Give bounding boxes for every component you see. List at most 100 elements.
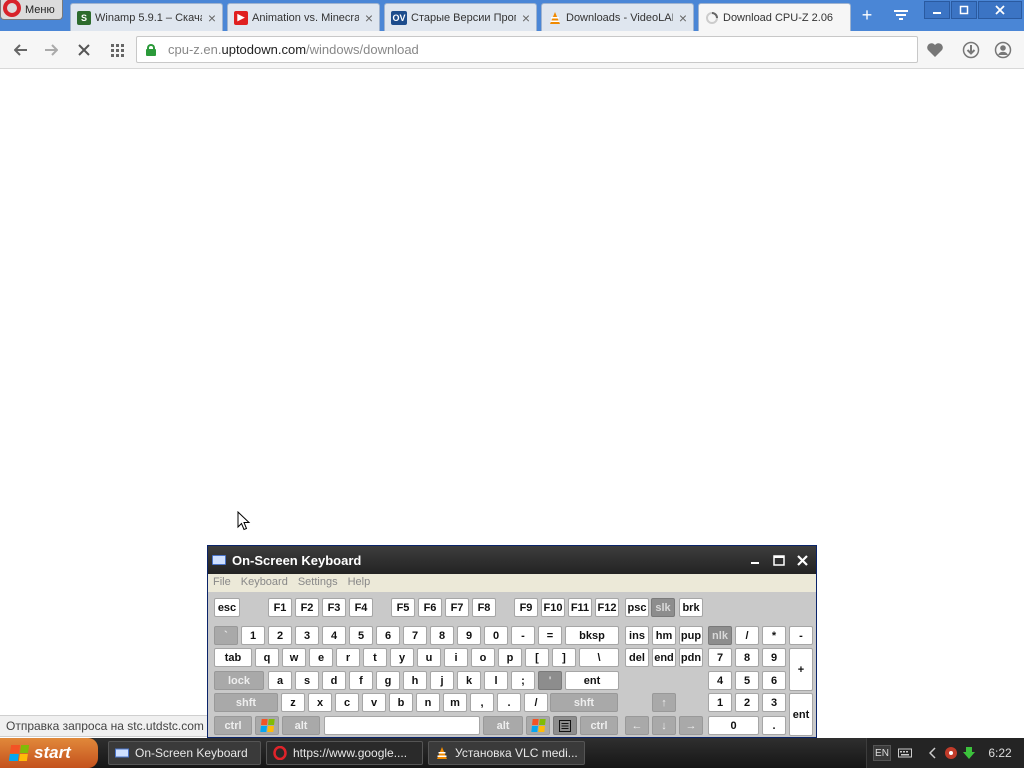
osk-key[interactable]: F5 bbox=[391, 598, 415, 617]
osk-key[interactable]: esc bbox=[214, 598, 240, 617]
osk-key[interactable]: y bbox=[390, 648, 414, 667]
restore-window-button[interactable] bbox=[951, 1, 977, 19]
osk-key-space[interactable] bbox=[324, 716, 480, 735]
context-menu-key-icon[interactable] bbox=[553, 716, 577, 735]
osk-key[interactable]: b bbox=[389, 693, 413, 712]
osk-key[interactable]: del bbox=[625, 648, 649, 667]
osk-key[interactable]: 4 bbox=[708, 671, 732, 690]
tab-youtube[interactable]: ▶ Animation vs. Minecraft × bbox=[227, 3, 380, 31]
osk-maximize-button[interactable] bbox=[769, 551, 789, 569]
tab-oldversion[interactable]: OV Старые Версии Программ × bbox=[384, 3, 537, 31]
osk-key[interactable]: 8 bbox=[735, 648, 759, 667]
osk-key[interactable]: ← bbox=[625, 716, 649, 735]
osk-key[interactable]: t bbox=[363, 648, 387, 667]
osk-key[interactable]: u bbox=[417, 648, 441, 667]
osk-close-button[interactable] bbox=[792, 551, 812, 569]
osk-key[interactable]: → bbox=[679, 716, 703, 735]
osk-key[interactable]: F2 bbox=[295, 598, 319, 617]
windows-key-icon[interactable] bbox=[255, 716, 279, 735]
osk-key[interactable]: 1 bbox=[708, 693, 732, 712]
osk-key[interactable]: 4 bbox=[322, 626, 346, 645]
chevron-left-icon[interactable] bbox=[927, 745, 939, 761]
osk-key[interactable]: 9 bbox=[762, 648, 786, 667]
osk-menu-settings[interactable]: Settings bbox=[293, 574, 343, 592]
osk-key[interactable]: alt bbox=[483, 716, 523, 735]
osk-key[interactable]: 3 bbox=[762, 693, 786, 712]
osk-key[interactable]: 0 bbox=[708, 716, 759, 735]
osk-key[interactable]: a bbox=[268, 671, 292, 690]
osk-key[interactable]: tab bbox=[214, 648, 252, 667]
osk-key[interactable]: ins bbox=[625, 626, 649, 645]
osk-key[interactable]: - bbox=[789, 626, 813, 645]
osk-key[interactable]: ` bbox=[214, 626, 238, 645]
minimize-window-button[interactable] bbox=[924, 1, 950, 19]
osk-minimize-button[interactable] bbox=[745, 551, 765, 569]
osk-key[interactable]: F10 bbox=[541, 598, 565, 617]
osk-key[interactable]: brk bbox=[679, 598, 703, 617]
osk-key[interactable]: l bbox=[484, 671, 508, 690]
osk-key[interactable]: i bbox=[444, 648, 468, 667]
osk-key[interactable]: p bbox=[498, 648, 522, 667]
osk-key[interactable]: ] bbox=[552, 648, 576, 667]
osk-key[interactable]: [ bbox=[525, 648, 549, 667]
download-icon[interactable] bbox=[960, 39, 982, 61]
osk-key[interactable]: 6 bbox=[762, 671, 786, 690]
clock[interactable]: 6:22 bbox=[981, 745, 1019, 761]
osk-key[interactable]: ' bbox=[538, 671, 562, 690]
osk-key[interactable]: 5 bbox=[735, 671, 759, 690]
osk-key[interactable]: pdn bbox=[679, 648, 703, 667]
osk-key[interactable]: z bbox=[281, 693, 305, 712]
osk-key[interactable]: - bbox=[511, 626, 535, 645]
account-icon[interactable] bbox=[992, 39, 1014, 61]
osk-key[interactable]: n bbox=[416, 693, 440, 712]
osk-key[interactable]: ctrl bbox=[214, 716, 252, 735]
osk-key[interactable]: F7 bbox=[445, 598, 469, 617]
stop-loading-button[interactable] bbox=[73, 39, 95, 61]
osk-key[interactable]: 6 bbox=[376, 626, 400, 645]
osk-key[interactable]: g bbox=[376, 671, 400, 690]
osk-key[interactable]: hm bbox=[652, 626, 676, 645]
osk-key[interactable]: \ bbox=[579, 648, 619, 667]
osk-key[interactable]: , bbox=[470, 693, 494, 712]
osk-key[interactable]: ↑ bbox=[652, 693, 676, 712]
windows-key-icon[interactable] bbox=[526, 716, 550, 735]
opera-menu-button[interactable]: Меню bbox=[0, 0, 63, 20]
osk-key[interactable]: k bbox=[457, 671, 481, 690]
osk-key[interactable]: c bbox=[335, 693, 359, 712]
osk-key[interactable]: 3 bbox=[295, 626, 319, 645]
osk-key[interactable]: m bbox=[443, 693, 467, 712]
osk-key[interactable]: v bbox=[362, 693, 386, 712]
osk-key[interactable]: nlk bbox=[708, 626, 732, 645]
taskbar-item-on-screen-keyboard[interactable]: On-Screen Keyboard bbox=[108, 741, 261, 765]
language-indicator[interactable]: EN bbox=[873, 745, 891, 761]
close-icon[interactable]: × bbox=[208, 10, 216, 26]
osk-key[interactable]: + bbox=[789, 648, 813, 691]
osk-key[interactable]: . bbox=[497, 693, 521, 712]
osk-key[interactable]: 7 bbox=[708, 648, 732, 667]
osk-key[interactable]: F9 bbox=[514, 598, 538, 617]
forward-button[interactable] bbox=[40, 39, 62, 61]
osk-key[interactable]: = bbox=[538, 626, 562, 645]
heart-bookmark-icon[interactable] bbox=[924, 39, 946, 61]
tab-cpuz[interactable]: Download CPU-Z 2.06 bbox=[698, 3, 851, 31]
taskbar-item-opera[interactable]: https://www.google.... bbox=[266, 741, 423, 765]
osk-key[interactable]: 2 bbox=[268, 626, 292, 645]
osk-key[interactable]: o bbox=[471, 648, 495, 667]
osk-key[interactable]: F12 bbox=[595, 598, 619, 617]
osk-key[interactable]: lock bbox=[214, 671, 264, 690]
osk-key[interactable]: shft bbox=[550, 693, 618, 712]
osk-key[interactable]: ctrl bbox=[580, 716, 618, 735]
osk-menu-file[interactable]: File bbox=[208, 574, 236, 592]
osk-key[interactable]: 8 bbox=[430, 626, 454, 645]
osk-key[interactable]: ent bbox=[789, 693, 813, 736]
osk-key[interactable]: F3 bbox=[322, 598, 346, 617]
osk-key[interactable]: ent bbox=[565, 671, 619, 690]
taskbar-item-vlc-setup[interactable]: Установка VLC medi... bbox=[428, 741, 585, 765]
osk-key[interactable]: psc bbox=[625, 598, 649, 617]
osk-key[interactable]: shft bbox=[214, 693, 278, 712]
close-window-button[interactable] bbox=[978, 1, 1022, 19]
osk-key[interactable]: e bbox=[309, 648, 333, 667]
osk-menu-keyboard[interactable]: Keyboard bbox=[236, 574, 293, 592]
osk-key[interactable]: h bbox=[403, 671, 427, 690]
osk-key[interactable]: F4 bbox=[349, 598, 373, 617]
